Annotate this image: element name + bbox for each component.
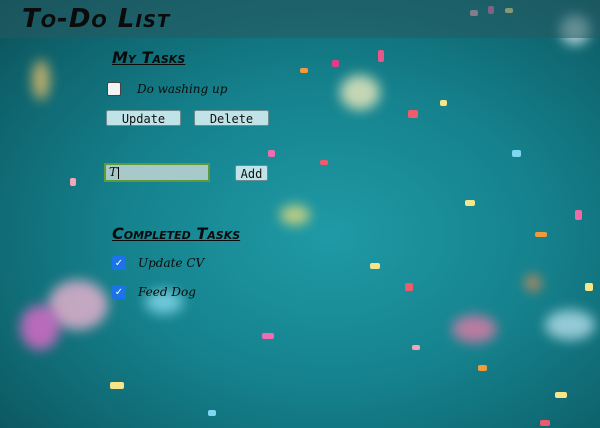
header-bar: To-Do List: [0, 0, 600, 38]
completed-task-item: ✓ Feed Dog: [112, 285, 196, 299]
check-icon: ✓: [114, 286, 124, 298]
bokeh-light: [452, 315, 497, 343]
confetti: [70, 178, 76, 186]
bokeh-light: [20, 305, 60, 350]
confetti: [262, 333, 274, 339]
app-title: To-Do List: [22, 4, 171, 34]
bokeh-light: [545, 310, 595, 340]
confetti: [585, 283, 593, 291]
confetti: [478, 365, 487, 371]
confetti: [332, 60, 339, 67]
confetti: [208, 410, 216, 416]
confetti-background: [0, 0, 600, 428]
new-task-input-value: T: [109, 165, 118, 179]
completed-checkbox[interactable]: ✓: [112, 256, 126, 270]
task-item: Do washing up: [107, 82, 227, 96]
check-icon: ✓: [114, 257, 124, 269]
confetti: [370, 263, 380, 269]
confetti: [440, 100, 447, 106]
add-button[interactable]: Add: [235, 165, 268, 181]
completed-task-label: Feed Dog: [138, 285, 196, 299]
completed-task-label: Update CV: [138, 256, 205, 270]
bokeh-light: [340, 75, 380, 110]
confetti: [320, 160, 328, 165]
confetti: [575, 210, 582, 220]
task-label: Do washing up: [137, 82, 228, 96]
confetti: [408, 110, 418, 118]
bokeh-light: [525, 275, 541, 291]
confetti: [540, 420, 550, 426]
confetti: [555, 392, 567, 398]
confetti: [378, 50, 384, 62]
completed-task-item: ✓ Update CV: [112, 256, 204, 270]
new-task-input[interactable]: T: [104, 163, 210, 182]
confetti: [512, 150, 521, 157]
confetti: [465, 200, 475, 206]
confetti: [268, 150, 275, 157]
text-caret: [118, 166, 120, 179]
confetti: [300, 68, 308, 73]
bokeh-light: [32, 60, 50, 100]
bokeh-light: [280, 205, 310, 225]
update-button[interactable]: Update: [106, 110, 181, 126]
delete-button[interactable]: Delete: [194, 110, 269, 126]
task-checkbox[interactable]: [107, 82, 121, 96]
confetti: [412, 345, 420, 350]
confetti: [110, 382, 124, 389]
confetti: [535, 232, 547, 237]
completed-tasks-heading: Completed Tasks: [112, 224, 241, 243]
confetti: [405, 283, 413, 291]
my-tasks-heading: My Tasks: [112, 48, 186, 67]
completed-checkbox[interactable]: ✓: [112, 285, 126, 299]
